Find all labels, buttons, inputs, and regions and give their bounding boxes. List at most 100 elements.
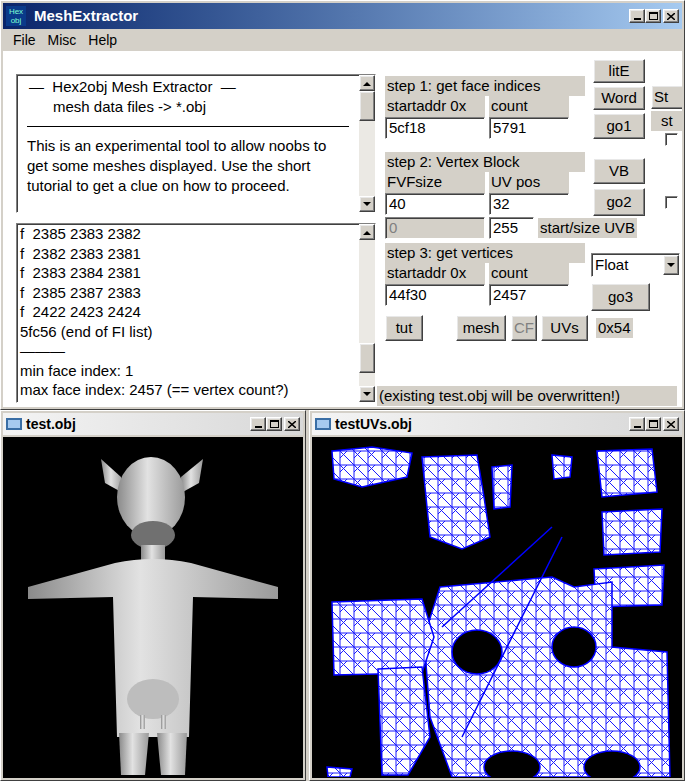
close-button[interactable] bbox=[663, 417, 679, 431]
close-icon bbox=[667, 421, 675, 428]
go1-button[interactable]: go1 bbox=[593, 113, 645, 139]
vertex-count-input[interactable]: 2457 bbox=[489, 284, 569, 306]
uvpos-input[interactable]: 32 bbox=[489, 193, 569, 215]
step-label: step 2: Vertex Block bbox=[385, 152, 585, 172]
close-icon bbox=[667, 13, 675, 20]
scrollbar[interactable] bbox=[359, 75, 375, 212]
checkbox[interactable] bbox=[665, 196, 678, 209]
count-input[interactable]: 5791 bbox=[489, 117, 569, 139]
maximize-icon bbox=[270, 420, 279, 428]
word-button[interactable]: Word bbox=[593, 86, 645, 110]
log-line: ——— bbox=[20, 341, 356, 361]
log-line: 5fc56 (end of FI list) bbox=[20, 322, 356, 342]
log-line: min face index: 1 bbox=[20, 361, 356, 381]
startaddr-input[interactable]: 5cf18 bbox=[385, 117, 485, 139]
field-label: startaddr 0x bbox=[385, 263, 485, 284]
tut-button[interactable]: tut bbox=[385, 315, 423, 341]
log-line: f 2385 2383 2382 bbox=[20, 224, 356, 244]
window-app-icon bbox=[315, 417, 331, 431]
maximize-icon bbox=[649, 12, 658, 20]
viewer-title: testUVs.obj bbox=[335, 414, 629, 435]
log-box: f 2385 2383 2382f 2382 2383 2381f 2383 2… bbox=[16, 223, 376, 403]
scroll-thumb[interactable] bbox=[359, 343, 375, 373]
window-controls bbox=[629, 9, 679, 23]
left-column: — Hex2obj Mesh Extractor —mesh data file… bbox=[3, 51, 376, 407]
window-app-icon bbox=[6, 417, 22, 431]
uvb-row: 0255start/size UVB bbox=[385, 217, 682, 239]
viewer-canvas bbox=[312, 437, 682, 778]
arrow-down-icon bbox=[363, 202, 371, 207]
title-bar[interactable]: HexobjMeshExtractor bbox=[3, 3, 682, 29]
scroll-down-button[interactable] bbox=[359, 196, 375, 212]
cut-button[interactable]: St bbox=[651, 85, 682, 109]
uvb-label: start/size UVB bbox=[538, 218, 637, 238]
close-button[interactable] bbox=[663, 9, 679, 23]
fvfsize-input[interactable]: 40 bbox=[385, 193, 485, 215]
minimize-icon bbox=[634, 426, 641, 428]
scrollbar[interactable] bbox=[359, 224, 375, 402]
minimize-button[interactable] bbox=[629, 417, 645, 431]
window-controls bbox=[250, 417, 300, 431]
scroll-up-button[interactable] bbox=[359, 75, 375, 91]
maximize-button[interactable] bbox=[645, 417, 661, 431]
log-line: f 2382 2383 2381 bbox=[20, 244, 356, 264]
minimize-button[interactable] bbox=[629, 9, 645, 23]
desktop: HexobjMeshExtractorFileMiscHelp— Hex2obj… bbox=[0, 0, 685, 781]
vertex-startaddr-input[interactable]: 44f30 bbox=[385, 284, 485, 306]
viewer-title: test.obj bbox=[26, 414, 250, 435]
cow-model-render bbox=[3, 437, 303, 777]
log-line: f 2385 2387 2383 bbox=[20, 283, 356, 303]
maximize-icon bbox=[649, 420, 658, 428]
overwrite-warning: (existing test.obj will be overwritten!) bbox=[377, 386, 677, 406]
go2-button[interactable]: go2 bbox=[593, 188, 645, 216]
uvs-button[interactable]: UVs bbox=[541, 315, 588, 341]
field-label: count bbox=[489, 263, 569, 284]
viewer-title-bar[interactable]: testUVs.obj bbox=[312, 413, 682, 435]
scroll-thumb[interactable] bbox=[359, 91, 375, 121]
uvb-size-input[interactable]: 255 bbox=[489, 217, 534, 239]
step2-section: step 2: Vertex BlockFVFsizeUV pos4032 VB g… bbox=[385, 152, 682, 216]
log-line: f 2383 2384 2381 bbox=[20, 263, 356, 283]
intro-divider bbox=[27, 126, 349, 127]
app-icon-text: obj bbox=[11, 16, 22, 25]
intro-body: This is an experimental tool to allow no… bbox=[27, 136, 349, 196]
viewer-title-bar[interactable]: test.obj bbox=[3, 413, 303, 435]
scroll-up-button[interactable] bbox=[359, 224, 375, 240]
menu-bar: FileMiscHelp bbox=[3, 29, 682, 51]
minimize-icon bbox=[634, 18, 641, 20]
field-label: FVFsize bbox=[385, 172, 485, 193]
uvb-start-input[interactable]: 0 bbox=[385, 217, 485, 239]
menu-item[interactable]: File bbox=[7, 31, 42, 49]
format-dropdown[interactable]: Float bbox=[591, 253, 680, 277]
field-label: UV pos bbox=[489, 172, 569, 193]
close-icon bbox=[288, 421, 296, 428]
offset-readout: 0x54 bbox=[596, 318, 633, 338]
step-label: step 1: get face indices bbox=[385, 76, 585, 96]
minimize-button[interactable] bbox=[250, 417, 266, 431]
lite-button[interactable]: litE bbox=[593, 59, 645, 83]
vb-button[interactable]: VB bbox=[593, 158, 645, 184]
close-button[interactable] bbox=[284, 417, 300, 431]
dropdown-arrow-icon bbox=[667, 263, 675, 268]
intro-box: — Hex2obj Mesh Extractor —mesh data file… bbox=[16, 74, 376, 213]
cf-button[interactable]: CF bbox=[511, 315, 537, 341]
go3-button[interactable]: go3 bbox=[591, 283, 650, 311]
viewer-window: testUVs.obj bbox=[309, 410, 685, 781]
field-label: startaddr 0x bbox=[385, 96, 485, 117]
mesh-button[interactable]: mesh bbox=[456, 315, 506, 341]
menu-item[interactable]: Help bbox=[82, 31, 123, 49]
log-line: f 2422 2423 2424 bbox=[20, 302, 356, 322]
menu-item[interactable]: Misc bbox=[42, 31, 83, 49]
right-column: step 1: get face indicesstartaddr 0xcoun… bbox=[376, 51, 682, 407]
content: — Hex2obj Mesh Extractor —mesh data file… bbox=[3, 51, 682, 407]
viewer-canvas bbox=[3, 437, 303, 778]
checkbox[interactable] bbox=[665, 133, 678, 146]
step-label: step 3: get vertices bbox=[385, 243, 585, 263]
intro-subheading: mesh data files -> *.obj bbox=[27, 97, 349, 117]
maximize-button[interactable] bbox=[645, 9, 661, 23]
maximize-button[interactable] bbox=[266, 417, 282, 431]
cut-label: st bbox=[651, 111, 682, 131]
scroll-down-button[interactable] bbox=[359, 386, 375, 402]
step3-section: step 3: get verticesstartaddr 0xcount44f… bbox=[385, 243, 682, 311]
app-icon: Hexobj bbox=[6, 6, 26, 26]
